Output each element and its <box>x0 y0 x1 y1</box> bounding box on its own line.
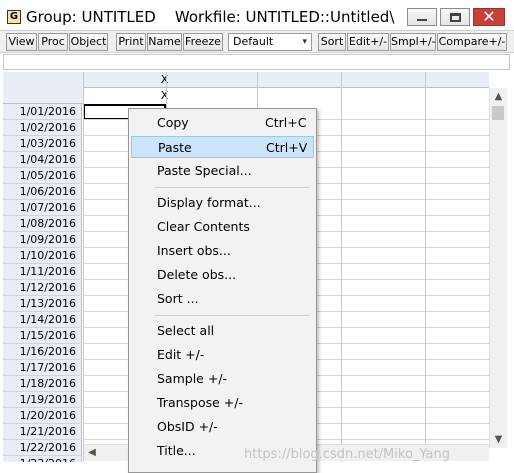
scroll-up-icon[interactable]: ▲ <box>490 88 507 105</box>
vertical-scrollbar[interactable]: ▲ ▼ <box>489 88 507 448</box>
menu-item-label: Delete obs... <box>157 267 237 282</box>
name-button[interactable]: Name <box>147 33 182 51</box>
print-button[interactable]: Print <box>116 33 146 51</box>
column-header-x[interactable]: X <box>83 72 246 88</box>
eviews-group-icon: G <box>7 10 21 24</box>
view-button[interactable]: View <box>6 33 37 51</box>
minimize-button[interactable] <box>407 8 437 26</box>
sort-button[interactable]: Sort <box>318 33 346 51</box>
maximize-button[interactable] <box>440 8 470 26</box>
chevron-down-icon: ▾ <box>302 37 307 47</box>
menu-item-paste[interactable]: Paste Ctrl+V <box>131 136 314 158</box>
grid-column-line <box>83 72 84 462</box>
scroll-thumb[interactable] <box>492 106 504 120</box>
close-icon: ✕ <box>482 7 496 26</box>
menu-item-clear-contents[interactable]: Clear Contents <box>131 216 314 238</box>
menu-item-sample-toggle[interactable]: Sample +/- <box>131 368 314 390</box>
menu-item-copy[interactable]: Copy Ctrl+C <box>131 112 314 134</box>
row-label[interactable]: 1/04/2016 <box>3 152 82 168</box>
row-label[interactable]: 1/17/2016 <box>3 360 82 376</box>
row-label[interactable]: 1/15/2016 <box>3 328 82 344</box>
row-label[interactable]: 1/13/2016 <box>3 296 82 312</box>
menu-item-edit-toggle[interactable]: Edit +/- <box>131 344 314 366</box>
maximize-icon <box>450 13 461 22</box>
watermark-text: https://blog.csdn.net/Miko_Yang <box>244 447 451 462</box>
title-bar: G Group: UNTITLED Workfile: UNTITLED::Un… <box>0 0 514 30</box>
window-title: Group: UNTITLED Workfile: UNTITLED::Unti… <box>26 8 395 26</box>
minimize-icon <box>417 19 427 21</box>
menu-item-label: Transpose +/- <box>157 395 243 410</box>
context-menu: Copy Ctrl+C Paste Ctrl+V Paste Special..… <box>128 108 317 473</box>
row-label[interactable]: 1/18/2016 <box>3 376 82 392</box>
scroll-down-icon[interactable]: ▼ <box>490 431 507 448</box>
proc-button[interactable]: Proc <box>38 33 68 51</box>
menu-item-shortcut: Ctrl+V <box>266 140 308 155</box>
row-label[interactable]: 1/14/2016 <box>3 312 82 328</box>
menu-item-label: ObsID +/- <box>157 419 218 434</box>
row-label[interactable]: 1/07/2016 <box>3 200 82 216</box>
row-label[interactable]: 1/08/2016 <box>3 216 82 232</box>
menu-item-label: Paste <box>158 140 192 155</box>
row-label[interactable]: 1/05/2016 <box>3 168 82 184</box>
smpl-toggle-button[interactable]: Smpl+/- <box>390 33 436 51</box>
menu-item-obsid-toggle[interactable]: ObsID +/- <box>131 416 314 438</box>
cell-edit-field[interactable] <box>3 54 510 70</box>
menu-item-label: Paste Special... <box>157 163 252 178</box>
menu-item-insert-obs[interactable]: Insert obs... <box>131 240 314 262</box>
menu-item-shortcut: Ctrl+C <box>265 115 307 130</box>
freeze-button[interactable]: Freeze <box>183 33 223 51</box>
menu-item-label: Sample +/- <box>157 371 228 386</box>
row-label[interactable]: 1/16/2016 <box>3 344 82 360</box>
corner-header <box>3 72 83 104</box>
row-label[interactable]: 1/06/2016 <box>3 184 82 200</box>
menu-item-select-all[interactable]: Select all <box>131 320 314 342</box>
menu-item-label: Title... <box>157 443 196 458</box>
object-toolbar: View Proc Object Print Name Freeze Defau… <box>0 30 514 53</box>
row-label[interactable]: 1/12/2016 <box>3 280 82 296</box>
grid-column-line <box>425 72 426 462</box>
menu-separator <box>155 315 310 316</box>
menu-item-label: Copy <box>157 115 189 130</box>
menu-item-label: Edit +/- <box>157 347 205 362</box>
menu-item-transpose-toggle[interactable]: Transpose +/- <box>131 392 314 414</box>
row-label[interactable]: 1/01/2016 <box>3 104 82 120</box>
display-format-select[interactable]: Default ▾ <box>228 33 312 51</box>
row-label[interactable]: 1/23/2016 <box>3 456 82 462</box>
row-label[interactable]: 1/22/2016 <box>3 440 82 456</box>
menu-item-paste-special[interactable]: Paste Special... <box>131 160 314 182</box>
menu-item-label: Clear Contents <box>157 219 250 234</box>
display-format-value: Default <box>233 35 274 48</box>
row-label[interactable]: 1/03/2016 <box>3 136 82 152</box>
row-label[interactable]: 1/02/2016 <box>3 120 82 136</box>
row-label[interactable]: 1/10/2016 <box>3 248 82 264</box>
grid-column-line <box>341 72 342 462</box>
menu-item-label: Select all <box>157 323 215 338</box>
row-label[interactable]: 1/09/2016 <box>3 232 82 248</box>
menu-item-sort[interactable]: Sort ... <box>131 288 314 310</box>
object-button[interactable]: Object <box>69 33 108 51</box>
scroll-left-icon[interactable]: ◀ <box>84 445 100 461</box>
row-label[interactable]: 1/21/2016 <box>3 424 82 440</box>
menu-item-delete-obs[interactable]: Delete obs... <box>131 264 314 286</box>
row-label[interactable]: 1/11/2016 <box>3 264 82 280</box>
menu-item-display-format[interactable]: Display format... <box>131 192 314 214</box>
row-label[interactable]: 1/20/2016 <box>3 408 82 424</box>
column-subheader-x: X <box>160 89 169 102</box>
close-button[interactable]: ✕ <box>473 7 505 26</box>
edit-toggle-button[interactable]: Edit+/- <box>347 33 389 51</box>
menu-separator <box>155 187 310 188</box>
menu-item-label: Display format... <box>157 195 261 210</box>
menu-item-label: Sort ... <box>157 291 199 306</box>
row-label[interactable]: 1/19/2016 <box>3 392 82 408</box>
menu-item-label: Insert obs... <box>157 243 231 258</box>
compare-toggle-button[interactable]: Compare+/- <box>437 33 507 51</box>
